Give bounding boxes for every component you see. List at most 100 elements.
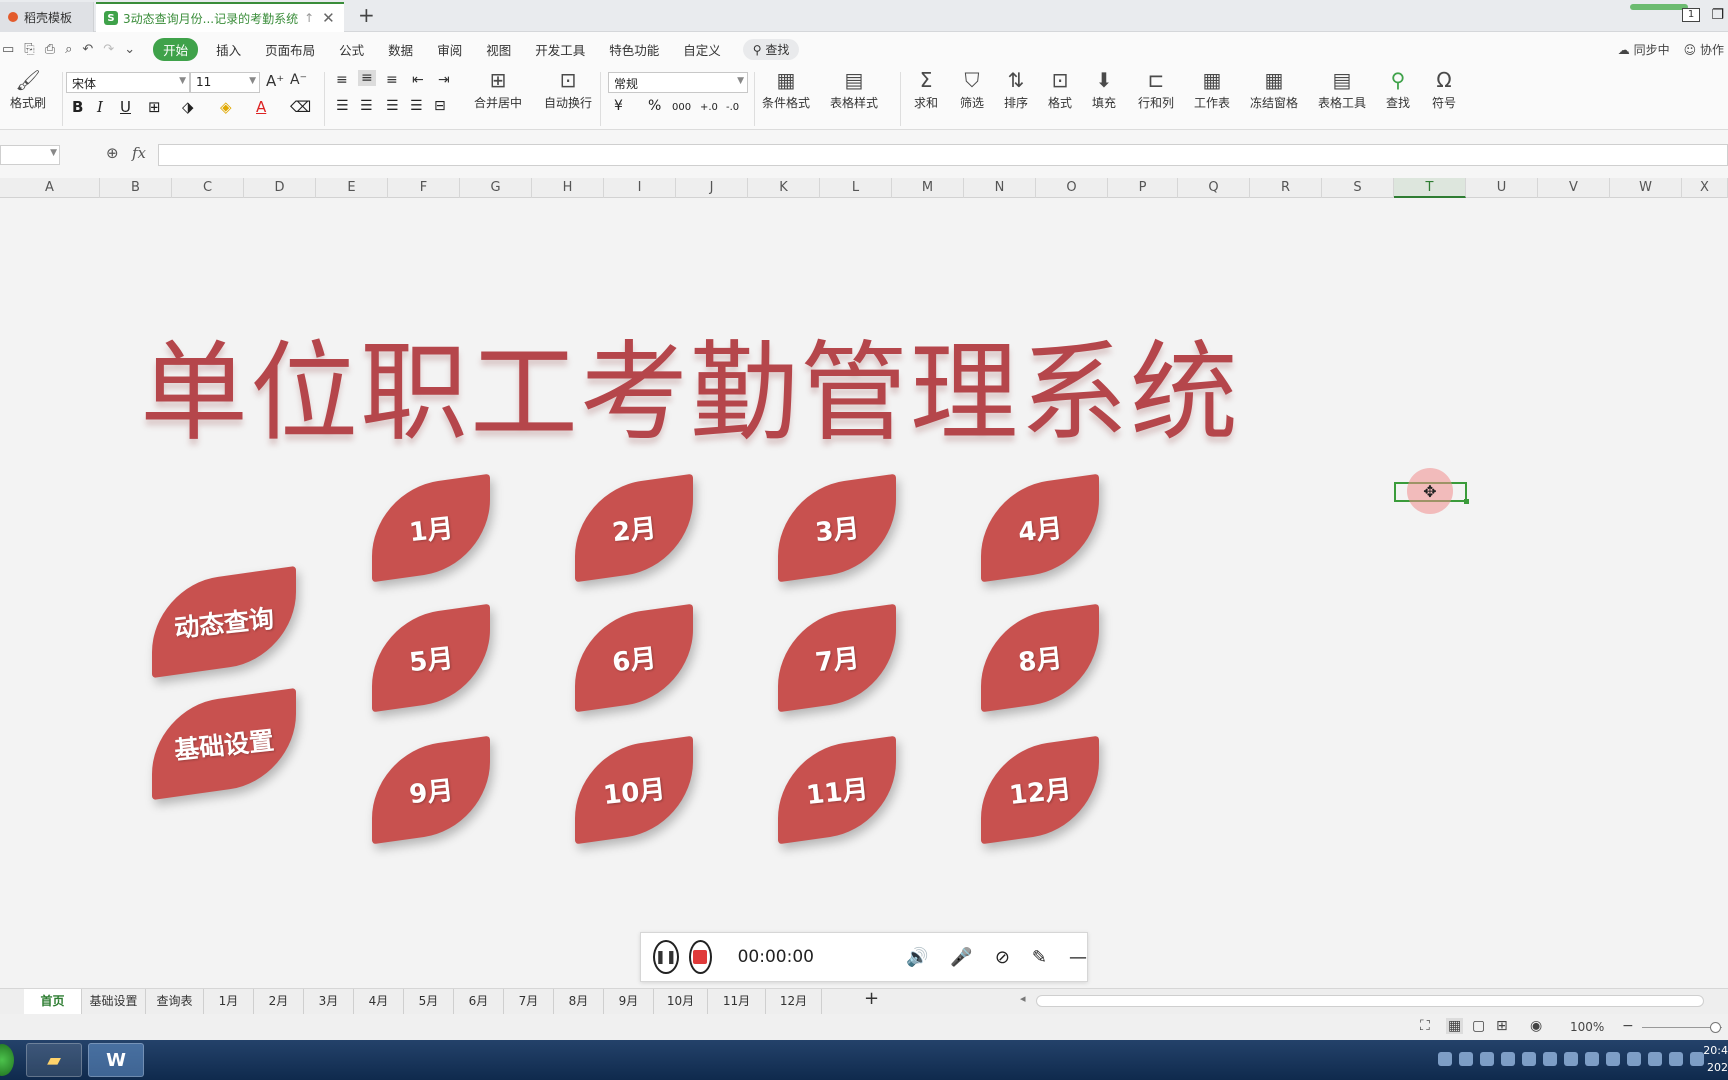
menu-review[interactable]: 审阅 — [425, 40, 474, 59]
pen-icon[interactable]: ✎ — [1032, 947, 1047, 968]
fullscreen-icon[interactable]: ⛶ — [1420, 1018, 1430, 1034]
wechat-icon[interactable] — [1501, 1052, 1515, 1066]
increase-font-icon[interactable]: A⁺ — [266, 72, 284, 90]
column-header-w[interactable]: W — [1610, 178, 1682, 198]
percent-icon[interactable]: % — [648, 98, 661, 114]
wrap-text-button[interactable]: ⊡ 自动换行 — [544, 66, 592, 111]
menu-data[interactable]: 数据 — [376, 40, 425, 59]
sheet-canvas[interactable]: 单位职工考勤管理系统 动态查询 基础设置 1月 2月 3月 4月 5月 6月 7月 8月 9月 1… — [0, 198, 1728, 986]
column-header-u[interactable]: U — [1466, 178, 1538, 198]
tab-docer-templates[interactable]: 稻壳模板 — [0, 2, 94, 32]
align-top-icon[interactable]: ≡ — [336, 72, 348, 88]
decrease-font-icon[interactable]: A⁻ — [290, 72, 307, 88]
formula-input[interactable] — [158, 144, 1728, 166]
close-tab-icon[interactable]: ✕ — [322, 9, 335, 27]
filter-button[interactable]: ⛉ 筛选 — [960, 66, 984, 111]
column-header-s[interactable]: S — [1322, 178, 1394, 198]
find-button[interactable]: ⚲ 查找 — [1386, 66, 1410, 111]
fx-icon[interactable]: fx — [132, 144, 146, 162]
decrease-decimal-icon[interactable]: -.0 — [726, 102, 739, 113]
column-header-g[interactable]: G — [460, 178, 532, 198]
border-icon[interactable]: ⊞ — [148, 98, 161, 116]
scroll-left-icon[interactable]: ◂ — [1020, 992, 1026, 1005]
sheet-tab-3[interactable]: 查询表 — [146, 989, 204, 1014]
column-header-m[interactable]: M — [892, 178, 964, 198]
security-icon[interactable] — [1564, 1052, 1578, 1066]
qq-icon[interactable] — [1522, 1052, 1536, 1066]
undo-icon[interactable]: ↶ — [82, 42, 93, 57]
font-name-select[interactable]: 宋体 ▼ — [66, 72, 190, 93]
wps-office-icon[interactable]: W — [88, 1043, 144, 1077]
month-button-1[interactable]: 1月 — [372, 473, 490, 583]
symbol-button[interactable]: Ω 符号 — [1432, 66, 1456, 111]
font-size-select[interactable]: 11 ▼ — [190, 72, 260, 93]
more-chevron-icon[interactable]: ⌄ — [124, 42, 135, 57]
sheet-tab-10[interactable]: 7月 — [504, 989, 554, 1014]
conditional-format-button[interactable]: ▦ 条件格式 — [762, 66, 810, 111]
minimize-icon[interactable]: — — [1069, 947, 1087, 968]
sheet-tab-1[interactable]: 首页 — [24, 989, 82, 1014]
indent-icon[interactable]: ⇥ — [438, 72, 450, 88]
tray-app-icon[interactable] — [1627, 1052, 1641, 1066]
month-button-3[interactable]: 3月 — [778, 473, 896, 583]
eye-protection-icon[interactable]: ◉ — [1530, 1018, 1542, 1034]
tray-app-icon[interactable] — [1585, 1052, 1599, 1066]
new-tab-button[interactable]: + — [358, 3, 375, 27]
outdent-icon[interactable]: ⇤ — [412, 72, 424, 88]
sheet-tab-8[interactable]: 5月 — [404, 989, 454, 1014]
month-button-7[interactable]: 7月 — [778, 603, 896, 713]
column-header-f[interactable]: F — [388, 178, 460, 198]
format-button[interactable]: ⊡ 格式 — [1048, 66, 1072, 111]
table-tools-button[interactable]: ▤ 表格工具 — [1318, 66, 1366, 111]
tab-current-workbook[interactable]: S 3动态查询月份...记录的考勤系统 ↑ ✕ — [96, 2, 344, 32]
menu-page-layout[interactable]: 页面布局 — [253, 40, 327, 59]
export-icon[interactable]: ⎘ — [24, 42, 34, 57]
table-style-button[interactable]: ▤ 表格样式 — [830, 66, 878, 111]
column-header-a[interactable]: A — [0, 178, 100, 198]
month-button-12[interactable]: 12月 — [981, 735, 1099, 845]
sheet-tab-14[interactable]: 11月 — [708, 989, 766, 1014]
sheet-tab-13[interactable]: 10月 — [654, 989, 708, 1014]
distribute-icon[interactable]: ⊟ — [434, 98, 446, 114]
wechat-icon[interactable] — [1648, 1052, 1662, 1066]
bold-icon[interactable]: B — [72, 98, 83, 116]
menu-custom[interactable]: 自定义 — [671, 40, 733, 59]
column-header-q[interactable]: Q — [1178, 178, 1250, 198]
column-header-n[interactable]: N — [964, 178, 1036, 198]
month-button-5[interactable]: 5月 — [372, 603, 490, 713]
column-header-r[interactable]: R — [1250, 178, 1322, 198]
horizontal-scrollbar[interactable] — [1036, 995, 1704, 1007]
file-explorer-icon[interactable]: ▰ — [26, 1043, 82, 1077]
microphone-icon[interactable]: 🎤 — [950, 947, 972, 968]
tray-app-icon[interactable] — [1543, 1052, 1557, 1066]
menu-developer[interactable]: 开发工具 — [523, 40, 597, 59]
volume-icon[interactable] — [1690, 1052, 1704, 1066]
page-layout-view-icon[interactable]: ▢ — [1472, 1018, 1485, 1034]
month-button-6[interactable]: 6月 — [575, 603, 693, 713]
menu-formulas[interactable]: 公式 — [327, 40, 376, 59]
print-preview-icon[interactable]: ⌕ — [65, 42, 72, 57]
italic-icon[interactable]: I — [97, 98, 103, 116]
sheet-tab-2[interactable]: 基础设置 — [82, 989, 146, 1014]
worksheet-button[interactable]: ▦ 工作表 — [1194, 66, 1230, 111]
format-painter-button[interactable]: 🖌 格式刷 — [10, 66, 46, 111]
sheet-tab-11[interactable]: 8月 — [554, 989, 604, 1014]
collaborate-button[interactable]: ☺ 协作 — [1684, 41, 1724, 58]
month-button-4[interactable]: 4月 — [981, 473, 1099, 583]
underline-icon[interactable]: U — [120, 98, 131, 116]
month-button-9[interactable]: 9月 — [372, 735, 490, 845]
basic-settings-button[interactable]: 基础设置 — [152, 687, 296, 801]
tray-app-icon[interactable] — [1459, 1052, 1473, 1066]
system-clock[interactable]: 20:4 202 — [1703, 1042, 1728, 1076]
column-header-t[interactable]: T — [1394, 178, 1466, 198]
font-color-icon[interactable]: A — [256, 98, 266, 116]
speaker-icon[interactable]: 🔊 — [906, 947, 928, 968]
redo-icon[interactable]: ↷ — [103, 42, 114, 57]
sheet-tab-15[interactable]: 12月 — [766, 989, 822, 1014]
sheet-tab-6[interactable]: 3月 — [304, 989, 354, 1014]
align-right-icon[interactable]: ☰ — [386, 98, 399, 114]
column-header-h[interactable]: H — [532, 178, 604, 198]
add-sheet-button[interactable]: + — [864, 988, 879, 1009]
merge-center-button[interactable]: ⊞ 合并居中 — [474, 66, 522, 111]
column-header-i[interactable]: I — [604, 178, 676, 198]
